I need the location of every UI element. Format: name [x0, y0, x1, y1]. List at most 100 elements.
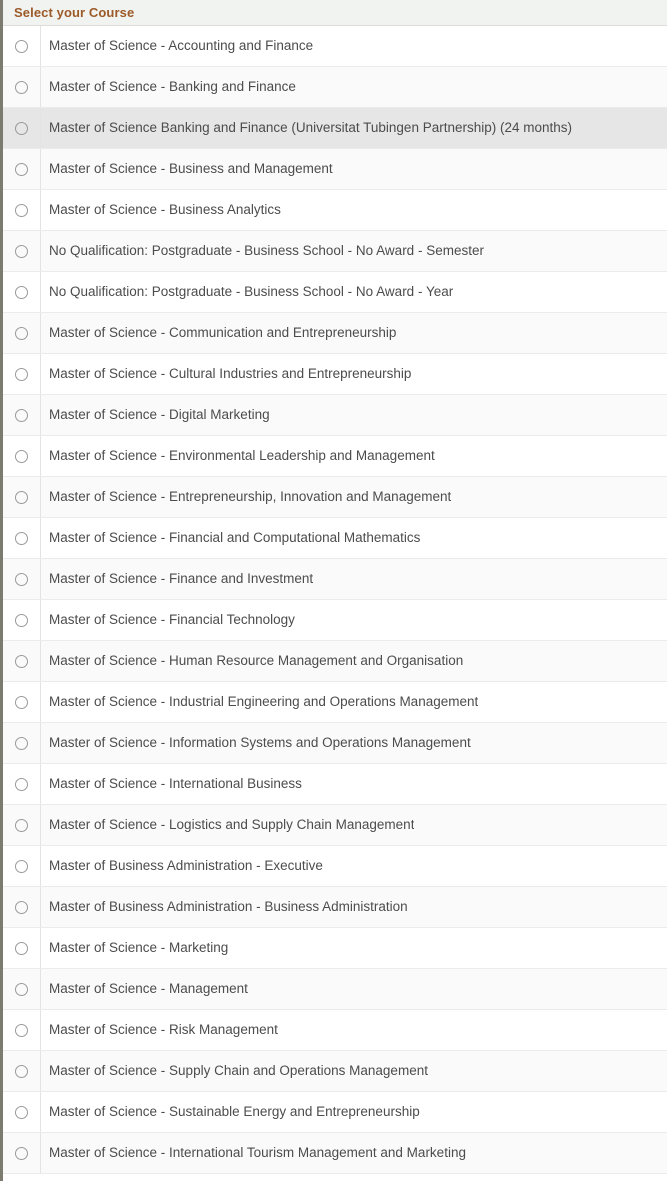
course-row[interactable]: No Qualification: Postgraduate - Busines… — [3, 231, 667, 272]
radio-button-icon[interactable] — [15, 859, 28, 873]
course-radio-cell[interactable] — [3, 354, 41, 394]
course-label-cell[interactable]: Master of Business Administration - Exec… — [41, 846, 667, 886]
course-radio-cell[interactable] — [3, 436, 41, 476]
course-label-cell[interactable]: Master of Science - Digital Marketing — [41, 395, 667, 435]
course-radio-cell[interactable] — [3, 805, 41, 845]
course-row[interactable]: Master of Science - Banking and Finance — [3, 67, 667, 108]
radio-button-icon[interactable] — [15, 121, 28, 135]
course-row[interactable]: Master of Science - Industrial Engineeri… — [3, 682, 667, 723]
course-row[interactable]: Master of Science - Digital Marketing — [3, 395, 667, 436]
radio-button-icon[interactable] — [15, 203, 28, 217]
radio-button-icon[interactable] — [15, 39, 28, 53]
course-row[interactable]: No Qualification: Postgraduate - Busines… — [3, 272, 667, 313]
radio-button-icon[interactable] — [15, 531, 28, 545]
radio-button-icon[interactable] — [15, 818, 28, 832]
course-radio-cell[interactable] — [3, 108, 41, 148]
course-radio-cell[interactable] — [3, 67, 41, 107]
radio-button-icon[interactable] — [15, 777, 28, 791]
course-label-cell[interactable]: No Qualification: Postgraduate - Busines… — [41, 231, 667, 271]
course-radio-cell[interactable] — [3, 190, 41, 230]
course-label-cell[interactable]: Master of Science - Risk Management — [41, 1010, 667, 1050]
radio-button-icon[interactable] — [15, 244, 28, 258]
radio-button-icon[interactable] — [15, 982, 28, 996]
course-radio-cell[interactable] — [3, 313, 41, 353]
radio-button-icon[interactable] — [15, 1105, 28, 1119]
course-label-cell[interactable]: Master of Science - Financial and Comput… — [41, 518, 667, 558]
radio-button-icon[interactable] — [15, 941, 28, 955]
radio-button-icon[interactable] — [15, 613, 28, 627]
course-radio-cell[interactable] — [3, 26, 41, 66]
course-radio-cell[interactable] — [3, 764, 41, 804]
course-label-cell[interactable]: Master of Science - Management — [41, 969, 667, 1009]
course-radio-cell[interactable] — [3, 149, 41, 189]
course-label-cell[interactable]: Master of Science - Cultural Industries … — [41, 354, 667, 394]
course-row[interactable]: Master of Science - Management — [3, 969, 667, 1010]
course-label-cell[interactable]: Master of Science - Human Resource Manag… — [41, 641, 667, 681]
course-label-cell[interactable]: Master of Science - Sustainable Energy a… — [41, 1092, 667, 1132]
radio-button-icon[interactable] — [15, 285, 28, 299]
course-label-cell[interactable]: Master of Science - Accounting and Finan… — [41, 26, 667, 66]
course-radio-cell[interactable] — [3, 518, 41, 558]
course-row[interactable]: Master of Science - Supply Chain and Ope… — [3, 1051, 667, 1092]
course-label-cell[interactable]: Master of Science - Information Systems … — [41, 723, 667, 763]
course-radio-cell[interactable] — [3, 641, 41, 681]
course-radio-cell[interactable] — [3, 559, 41, 599]
course-radio-cell[interactable] — [3, 1010, 41, 1050]
radio-button-icon[interactable] — [15, 900, 28, 914]
course-radio-cell[interactable] — [3, 395, 41, 435]
course-label-cell[interactable]: Master of Science Banking and Finance (U… — [41, 108, 667, 148]
course-label-cell[interactable]: Master of Science - Finance and Investme… — [41, 559, 667, 599]
course-label-cell[interactable]: Master of Business Administration - Busi… — [41, 887, 667, 927]
course-list[interactable]: Master of Science - Accounting and Finan… — [3, 26, 667, 1174]
course-label-cell[interactable]: Master of Science - Financial Technology — [41, 600, 667, 640]
course-radio-cell[interactable] — [3, 1092, 41, 1132]
course-radio-cell[interactable] — [3, 723, 41, 763]
radio-button-icon[interactable] — [15, 80, 28, 94]
radio-button-icon[interactable] — [15, 572, 28, 586]
radio-button-icon[interactable] — [15, 162, 28, 176]
course-row[interactable]: Master of Science - International Busine… — [3, 764, 667, 805]
radio-button-icon[interactable] — [15, 326, 28, 340]
course-radio-cell[interactable] — [3, 1133, 41, 1173]
course-radio-cell[interactable] — [3, 477, 41, 517]
course-radio-cell[interactable] — [3, 272, 41, 312]
course-row[interactable]: Master of Science - International Touris… — [3, 1133, 667, 1174]
course-row[interactable]: Master of Science - Marketing — [3, 928, 667, 969]
course-radio-cell[interactable] — [3, 928, 41, 968]
course-radio-cell[interactable] — [3, 682, 41, 722]
course-radio-cell[interactable] — [3, 1051, 41, 1091]
radio-button-icon[interactable] — [15, 695, 28, 709]
course-row[interactable]: Master of Science - Business and Managem… — [3, 149, 667, 190]
course-label-cell[interactable]: Master of Science - Communication and En… — [41, 313, 667, 353]
course-label-cell[interactable]: Master of Science - Entrepreneurship, In… — [41, 477, 667, 517]
course-label-cell[interactable]: Master of Science - Business Analytics — [41, 190, 667, 230]
course-row[interactable]: Master of Business Administration - Busi… — [3, 887, 667, 928]
course-row[interactable]: Master of Science - Accounting and Finan… — [3, 26, 667, 67]
radio-button-icon[interactable] — [15, 1064, 28, 1078]
course-row[interactable]: Master of Science - Risk Management — [3, 1010, 667, 1051]
course-label-cell[interactable]: Master of Science - Banking and Finance — [41, 67, 667, 107]
course-label-cell[interactable]: Master of Science - Logistics and Supply… — [41, 805, 667, 845]
course-radio-cell[interactable] — [3, 600, 41, 640]
course-row[interactable]: Master of Science - Business Analytics — [3, 190, 667, 231]
radio-button-icon[interactable] — [15, 367, 28, 381]
course-label-cell[interactable]: Master of Science - Industrial Engineeri… — [41, 682, 667, 722]
radio-button-icon[interactable] — [15, 654, 28, 668]
course-row[interactable]: Master of Science Banking and Finance (U… — [3, 108, 667, 149]
course-row[interactable]: Master of Science - Entrepreneurship, In… — [3, 477, 667, 518]
course-row[interactable]: Master of Science - Sustainable Energy a… — [3, 1092, 667, 1133]
course-label-cell[interactable]: Master of Science - Environmental Leader… — [41, 436, 667, 476]
course-label-cell[interactable]: Master of Science - Marketing — [41, 928, 667, 968]
course-label-cell[interactable]: Master of Science - Supply Chain and Ope… — [41, 1051, 667, 1091]
course-row[interactable]: Master of Business Administration - Exec… — [3, 846, 667, 887]
course-radio-cell[interactable] — [3, 887, 41, 927]
course-label-cell[interactable]: Master of Science - International Touris… — [41, 1133, 667, 1173]
course-row[interactable]: Master of Science - Logistics and Supply… — [3, 805, 667, 846]
course-row[interactable]: Master of Science - Finance and Investme… — [3, 559, 667, 600]
course-row[interactable]: Master of Science - Financial Technology — [3, 600, 667, 641]
course-label-cell[interactable]: Master of Science - Business and Managem… — [41, 149, 667, 189]
course-radio-cell[interactable] — [3, 969, 41, 1009]
course-row[interactable]: Master of Science - Cultural Industries … — [3, 354, 667, 395]
course-row[interactable]: Master of Science - Human Resource Manag… — [3, 641, 667, 682]
course-label-cell[interactable]: Master of Science - International Busine… — [41, 764, 667, 804]
